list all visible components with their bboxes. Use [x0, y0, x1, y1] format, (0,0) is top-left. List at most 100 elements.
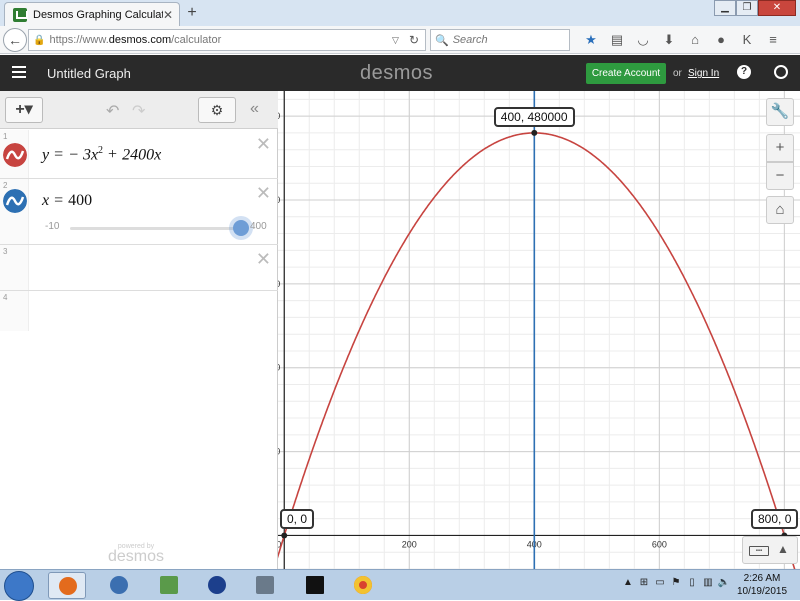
- desmos-logo: desmos: [360, 62, 434, 84]
- point-label-root[interactable]: 800, 0: [751, 509, 799, 530]
- bookmark-star-icon[interactable]: ★: [578, 30, 604, 50]
- tray-windows-icon[interactable]: ⊞: [636, 577, 652, 588]
- terminal-taskbar-icon[interactable]: [296, 572, 334, 599]
- url-dropdown-icon[interactable]: ▽: [392, 35, 399, 46]
- zoom-out-icon[interactable]: −: [766, 162, 794, 190]
- graph-canvas[interactable]: 0200400600800100000200000300000400000500…: [278, 91, 800, 569]
- settings-gear-icon[interactable]: ⚙: [198, 97, 236, 123]
- maximize-icon[interactable]: ❐: [736, 0, 758, 16]
- add-expression-button[interactable]: +▾: [5, 97, 43, 123]
- url-bar[interactable]: 🔒 https://www.desmos.com/calculator ▽ ↻: [28, 29, 426, 51]
- expression-panel: +▾ ↶ ↷ ⚙ « 1 y = − 3x2 +2400x ✕ 2 x = 400 ✕ -…: [0, 91, 278, 569]
- new-tab-icon[interactable]: +: [184, 4, 200, 22]
- desmos-favicon-icon: [13, 7, 28, 22]
- slider-max[interactable]: 400: [250, 221, 267, 232]
- close-tab-icon[interactable]: ✕: [163, 8, 173, 22]
- language-globe-icon[interactable]: [774, 65, 788, 79]
- redo-icon[interactable]: ↷: [132, 101, 145, 121]
- expression-math[interactable]: y = − 3x2 +2400x: [42, 145, 161, 164]
- search-bar[interactable]: 🔍: [430, 29, 570, 51]
- zoom-in-icon[interactable]: +: [766, 134, 794, 162]
- reading-list-icon[interactable]: ▤: [604, 30, 630, 50]
- y-tick-label: 300000: [278, 279, 280, 289]
- expression-number: 2: [3, 181, 8, 190]
- clock-time: 2:26 AM: [743, 573, 781, 584]
- graph-title[interactable]: Untitled Graph: [47, 66, 131, 81]
- close-window-icon[interactable]: ✕: [758, 0, 796, 16]
- home-view-icon[interactable]: ⌂: [766, 196, 794, 224]
- tray-volume-icon[interactable]: 🔈: [716, 577, 732, 588]
- windows-start-icon[interactable]: [4, 571, 34, 601]
- caret-up-icon: ▲: [777, 542, 789, 556]
- x-slider[interactable]: -10 400: [40, 220, 268, 236]
- expression-number: 1: [3, 132, 8, 141]
- x-tick-label: 200: [402, 539, 417, 549]
- chrome-taskbar-icon[interactable]: [344, 572, 382, 599]
- tray-network-icon[interactable]: ▥: [700, 577, 716, 588]
- help-icon[interactable]: ?: [737, 65, 751, 79]
- hamburger-menu-icon[interactable]: [12, 66, 26, 78]
- desmos-header: Untitled Graph desmos Create Account or …: [0, 55, 800, 91]
- y-tick-label: 200000: [278, 363, 280, 373]
- expression-number: 3: [3, 247, 8, 256]
- point-dot: [281, 532, 288, 539]
- y-tick-label: 500000: [278, 111, 280, 121]
- search-input[interactable]: [452, 34, 563, 46]
- browser-toolbar-icons: ★ ▤ ◡ ⬇ ⌂ ● K ≡: [578, 30, 786, 50]
- point-label-vertex[interactable]: 400, 480000: [493, 106, 575, 127]
- menu-icon[interactable]: ≡: [760, 30, 786, 50]
- red-curve-color-icon[interactable]: [3, 143, 27, 167]
- tray-flag-icon[interactable]: ⚑: [668, 577, 684, 588]
- downloads-icon[interactable]: ⬇: [656, 30, 682, 50]
- sign-in-link[interactable]: Sign In: [688, 68, 719, 79]
- undo-icon[interactable]: ↶: [106, 101, 119, 121]
- expression-number: 4: [3, 293, 8, 302]
- browser-tab-strip: Desmos Graphing Calculator ✕ + ▁ ❐ ✕: [0, 0, 800, 26]
- tray-display-icon[interactable]: ▭: [652, 577, 668, 588]
- slider-track[interactable]: [70, 227, 240, 230]
- create-account-button[interactable]: Create Account: [586, 63, 666, 84]
- windows-taskbar: ▲ ⊞ ▭ ⚑ ▯ ▥ 🔈 2:26 AM 10/19/2015: [0, 569, 800, 601]
- home-icon[interactable]: ⌂: [682, 30, 708, 50]
- firefox-taskbar-icon[interactable]: [48, 572, 86, 599]
- back-icon[interactable]: ←: [3, 28, 27, 52]
- blue-curve-color-icon[interactable]: [3, 189, 27, 213]
- expression-toolbar: +▾ ↶ ↷ ⚙ «: [0, 91, 278, 129]
- thunderbird-taskbar-icon[interactable]: [100, 572, 138, 599]
- tools-taskbar-icon[interactable]: [246, 572, 284, 599]
- graph-paper[interactable]: 0200400600800100000200000300000400000500…: [278, 91, 800, 569]
- taskbar-clock[interactable]: 2:26 AM 10/19/2015: [734, 572, 790, 598]
- reload-icon[interactable]: ↻: [409, 33, 419, 47]
- delete-expression-icon[interactable]: ✕: [256, 249, 271, 270]
- keyboard-toggle-button[interactable]: ▪▪▪ ▲: [742, 536, 798, 564]
- expression-math[interactable]: x = 400: [42, 192, 92, 210]
- clock-date: 10/19/2015: [736, 586, 788, 597]
- powered-by-desmos: powered by desmos: [108, 543, 165, 565]
- collapse-panel-icon[interactable]: «: [250, 100, 259, 118]
- or-text: or: [673, 68, 682, 79]
- chat-icon[interactable]: ●: [708, 30, 734, 50]
- expression-row-2[interactable]: 2 x = 400 ✕ -10 400: [0, 179, 278, 245]
- expression-row-3[interactable]: 3 ✕: [0, 245, 278, 291]
- extension-icon[interactable]: K: [734, 30, 760, 50]
- keyboard-icon: ▪▪▪: [749, 546, 769, 556]
- editor-taskbar-icon[interactable]: [198, 572, 236, 599]
- tray-power-icon[interactable]: ▯: [684, 577, 700, 588]
- network-taskbar-icon[interactable]: [150, 572, 188, 599]
- tray-expand-icon[interactable]: ▲: [620, 577, 636, 588]
- minimize-icon[interactable]: ▁: [714, 0, 736, 16]
- point-label-origin[interactable]: 0, 0: [280, 509, 315, 530]
- slider-min[interactable]: -10: [45, 221, 59, 232]
- window-controls: ▁ ❐ ✕: [714, 0, 796, 16]
- browser-tab[interactable]: Desmos Graphing Calculator ✕: [4, 2, 180, 26]
- delete-expression-icon[interactable]: ✕: [256, 183, 271, 204]
- expression-row-4[interactable]: 4: [0, 291, 278, 331]
- y-tick-label: 400000: [278, 195, 280, 205]
- delete-expression-icon[interactable]: ✕: [256, 134, 271, 155]
- lock-icon: 🔒: [33, 34, 46, 46]
- slider-thumb[interactable]: [233, 220, 249, 236]
- pocket-icon[interactable]: ◡: [630, 30, 656, 50]
- tab-title: Desmos Graphing Calculator: [33, 8, 163, 21]
- wrench-icon[interactable]: 🔧: [766, 98, 794, 126]
- expression-row-1[interactable]: 1 y = − 3x2 +2400x ✕: [0, 130, 278, 179]
